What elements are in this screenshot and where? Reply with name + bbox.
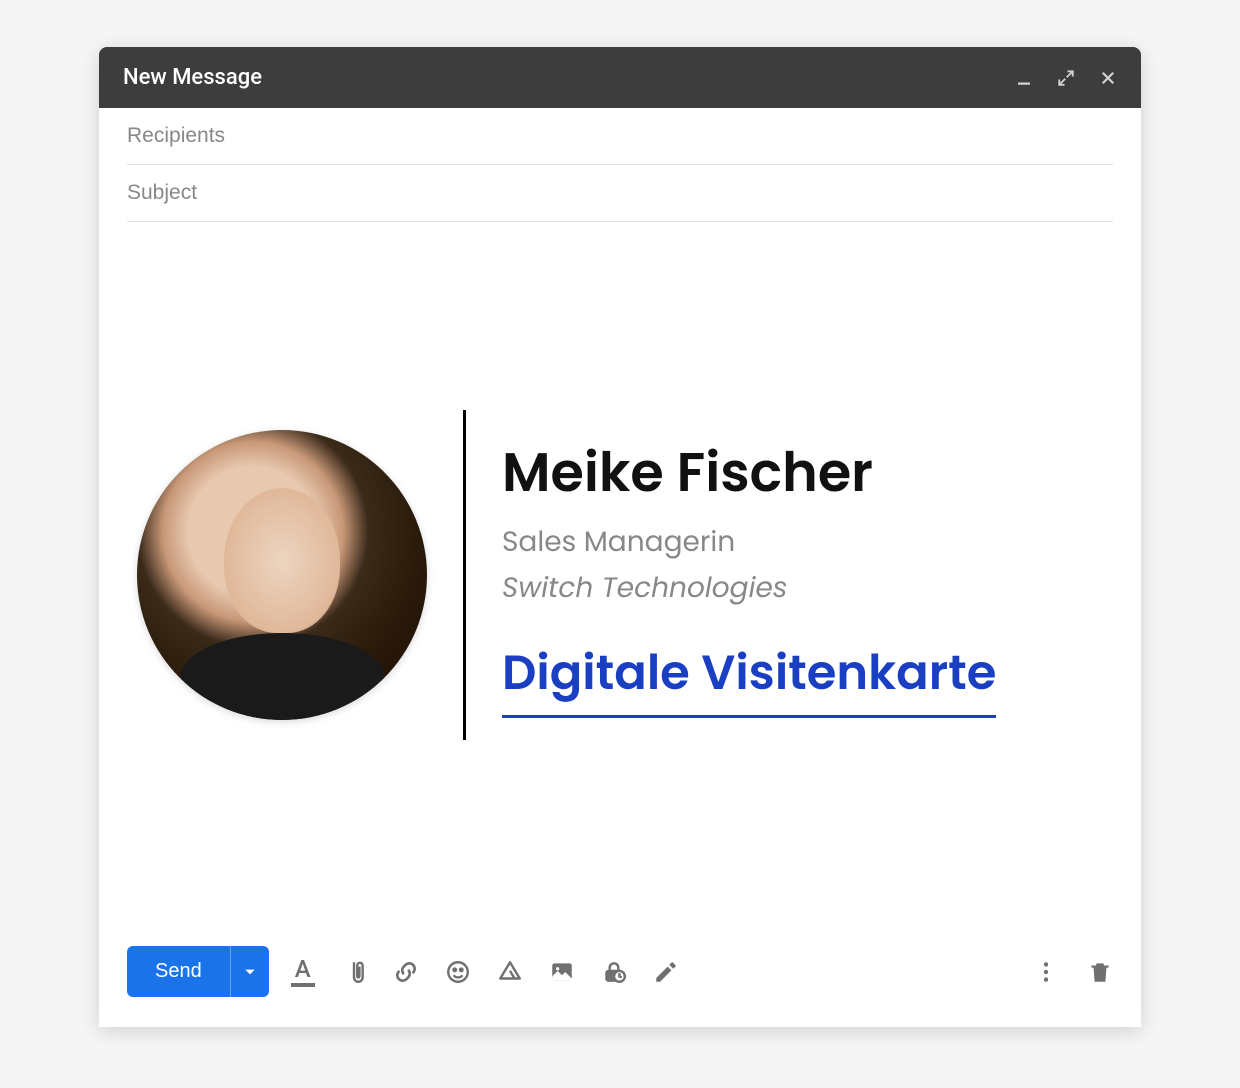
recipients-input[interactable] — [127, 124, 1113, 148]
image-icon[interactable] — [549, 959, 575, 985]
signature-role: Sales Managerin — [502, 521, 996, 563]
window-title: New Message — [123, 65, 262, 90]
send-dropdown-button[interactable] — [230, 946, 269, 997]
fields-area — [99, 108, 1141, 222]
subject-row — [127, 165, 1113, 222]
signature-block: Meike Fischer Sales Managerin Switch Tec… — [137, 410, 996, 740]
font-format-icon[interactable]: A — [291, 957, 315, 987]
recipients-row — [127, 108, 1113, 165]
signature-company: Switch Technologies — [502, 567, 996, 609]
chevron-down-icon — [243, 965, 257, 979]
drive-icon[interactable] — [497, 959, 523, 985]
signature-divider — [463, 410, 466, 740]
compose-window: New Message — [99, 47, 1141, 1027]
minimize-icon[interactable] — [1015, 69, 1033, 87]
emoji-icon[interactable] — [445, 959, 471, 985]
send-button-group: Send — [127, 946, 269, 997]
window-controls — [1015, 69, 1117, 87]
toolbar-right — [1033, 959, 1113, 985]
send-button[interactable]: Send — [127, 946, 230, 997]
window-header: New Message — [99, 47, 1141, 108]
pen-icon[interactable] — [653, 959, 679, 985]
confidential-icon[interactable] — [601, 959, 627, 985]
more-icon[interactable] — [1033, 959, 1059, 985]
trash-icon[interactable] — [1087, 959, 1113, 985]
message-body[interactable]: Meike Fischer Sales Managerin Switch Tec… — [99, 222, 1141, 928]
signature-name: Meike Fischer — [502, 432, 996, 513]
signature-link[interactable]: Digitale Visitenkarte — [502, 637, 996, 718]
close-icon[interactable] — [1099, 69, 1117, 87]
attach-icon[interactable] — [341, 959, 367, 985]
signature-text: Meike Fischer Sales Managerin Switch Tec… — [502, 432, 996, 718]
toolbar: Send A — [99, 928, 1141, 1027]
subject-input[interactable] — [127, 181, 1113, 205]
link-icon[interactable] — [393, 959, 419, 985]
avatar — [137, 430, 427, 720]
formatting-tools: A — [291, 957, 679, 987]
expand-icon[interactable] — [1057, 69, 1075, 87]
